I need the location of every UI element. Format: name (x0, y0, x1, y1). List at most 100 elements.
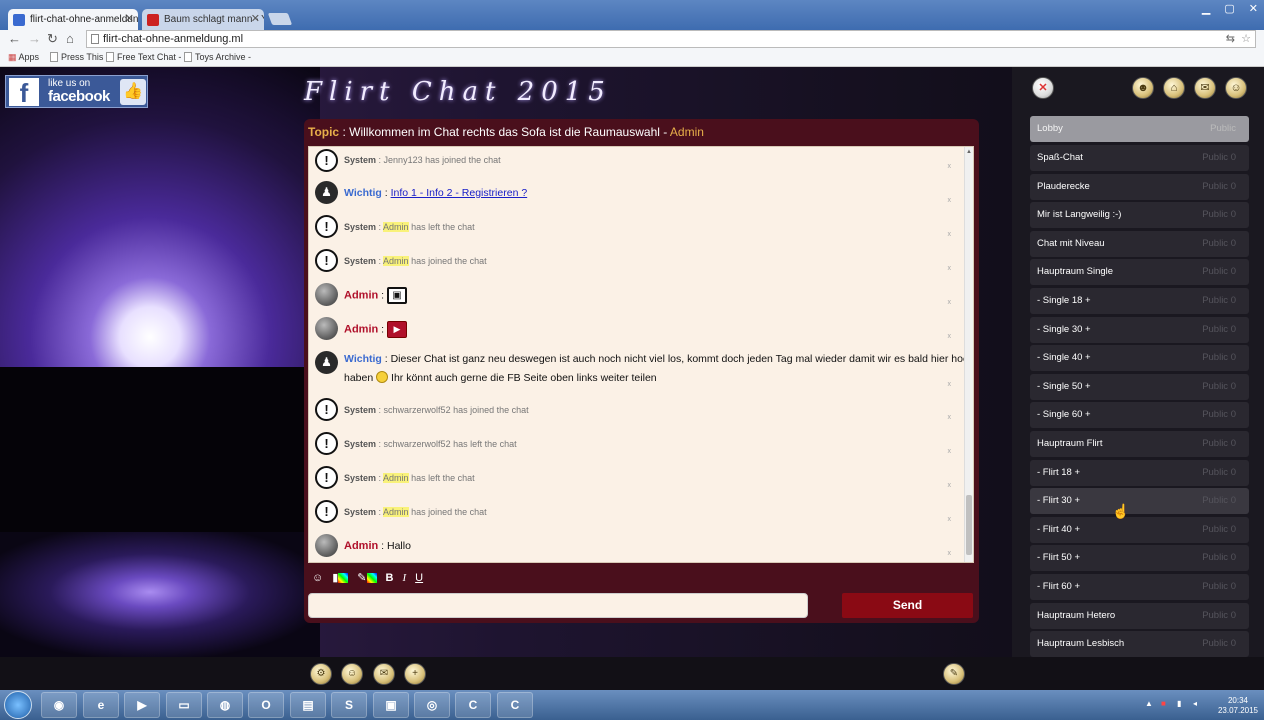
close-icon[interactable]: ✕ (1032, 77, 1054, 99)
delete-message-icon[interactable]: x (948, 550, 952, 557)
reload-icon[interactable]: ↻ (47, 31, 58, 47)
rooms-icon[interactable]: ⌂ (1163, 77, 1185, 99)
delete-message-icon[interactable]: x (948, 482, 952, 489)
add-icon[interactable]: + (404, 663, 426, 685)
room-flirt-60[interactable]: - Flirt 60 + Public 0 (1030, 574, 1249, 600)
announcement-icon: ♟ (315, 181, 338, 204)
star-icon[interactable]: ☆ (1241, 31, 1251, 47)
delete-message-icon[interactable]: x (948, 197, 952, 204)
delete-message-icon[interactable]: x (948, 333, 952, 340)
info-links[interactable]: Info 1 - Info 2 - Registrieren ? (391, 187, 528, 199)
notes-icon[interactable]: ✎ (943, 663, 965, 685)
close-icon[interactable]: ✕ (125, 9, 134, 30)
maximize-icon[interactable]: ▢ (1224, 2, 1234, 15)
tray-arrow-icon[interactable]: ▲ (1145, 699, 1153, 708)
firefox-icon[interactable]: ◍ (207, 692, 243, 718)
message-list[interactable]: ! System : Jenny123 has joined the chat … (308, 146, 974, 563)
tab-youtube[interactable]: Baum schlagt mann - You ✕ (142, 9, 264, 30)
delete-message-icon[interactable]: x (948, 299, 952, 306)
close-window-icon[interactable]: ✕ (1249, 2, 1258, 15)
room-spass-chat[interactable]: Spaß-Chat Public 0 (1030, 145, 1249, 171)
room-flirt-50[interactable]: - Flirt 50 + Public 0 (1030, 545, 1249, 571)
room-niveau[interactable]: Chat mit Niveau Public 0 (1030, 231, 1249, 257)
bookmark-press-this[interactable]: Press This (50, 52, 103, 62)
remote-desktop-icon[interactable]: ▣ (373, 692, 409, 718)
messages-icon[interactable]: ✉ (373, 663, 395, 685)
video-play-icon[interactable]: ▶ (387, 321, 407, 338)
network-icon[interactable]: ◎ (414, 692, 450, 718)
volume-icon[interactable]: ◂ (1193, 699, 1197, 708)
room-single-40[interactable]: - Single 40 + Public 0 (1030, 345, 1249, 371)
room-single-50[interactable]: - Single 50 + Public 0 (1030, 374, 1249, 400)
delete-message-icon[interactable]: x (948, 231, 952, 238)
opera-icon[interactable]: O (248, 692, 284, 718)
italic-icon[interactable]: I (402, 572, 406, 584)
delete-message-icon[interactable]: x (948, 163, 952, 170)
skype-icon[interactable]: S (331, 692, 367, 718)
scroll-up-icon[interactable]: ▲ (966, 149, 972, 155)
text-color-icon[interactable]: ✎ (357, 571, 377, 584)
translate-icon[interactable]: ⇆ (1226, 31, 1235, 47)
background-color-icon[interactable]: ▮ (332, 571, 349, 584)
list-item: Admin : ▣ x (315, 283, 955, 307)
room-plauderecke[interactable]: Plauderecke Public 0 (1030, 174, 1249, 200)
room-hauptraum-flirt[interactable]: Hauptraum Flirt Public 0 (1030, 431, 1249, 457)
profile-icon[interactable]: ☺ (341, 663, 363, 685)
bold-icon[interactable]: B (386, 572, 394, 584)
media-player-icon[interactable]: ▶ (124, 692, 160, 718)
chrome-taskbar-icon[interactable]: ◉ (41, 692, 77, 718)
facebook-like-badge[interactable]: f like us on facebook 👍 (5, 75, 148, 108)
home-icon[interactable]: ⌂ (66, 31, 74, 46)
delete-message-icon[interactable]: x (948, 265, 952, 272)
emoji-icon[interactable]: ☺ (312, 572, 323, 584)
room-flirt-30[interactable]: - Flirt 30 + Public 0 (1030, 488, 1249, 514)
message-scrollbar[interactable]: ▲ (964, 147, 973, 562)
room-hauptraum-hetero[interactable]: Hauptraum Hetero Public 0 (1030, 603, 1249, 629)
delete-message-icon[interactable]: x (948, 516, 952, 523)
room-single-60[interactable]: - Single 60 + Public 0 (1030, 402, 1249, 428)
room-hauptraum-lesbisch[interactable]: Hauptraum Lesbisch Public 0 (1030, 631, 1249, 657)
camtasia-recorder-icon[interactable]: C (497, 692, 533, 718)
internet-explorer-icon[interactable]: e (83, 692, 119, 718)
new-tab-button[interactable] (267, 13, 293, 25)
room-flirt-40[interactable]: - Flirt 40 + Public 0 (1030, 517, 1249, 543)
image-attachment-icon[interactable]: ▣ (387, 287, 407, 304)
settings-icon[interactable]: ⚙ (310, 663, 332, 685)
bookmark-toys-archive[interactable]: Toys Archive - (184, 52, 251, 62)
send-button[interactable]: Send (842, 593, 973, 618)
delete-message-icon[interactable]: x (948, 448, 952, 455)
tab-label: flirt-chat-ohne-anmeldung (30, 14, 138, 25)
users-icon[interactable]: ☻ (1132, 77, 1154, 99)
clock-time: 20:34 (1227, 696, 1248, 705)
topic-label: Topic (308, 125, 340, 139)
bookmark-apps[interactable]: ▦ Apps (8, 52, 39, 63)
network-tray-icon[interactable]: ▮ (1177, 699, 1181, 708)
message-text: Admin : ▣ (344, 287, 407, 304)
delete-message-icon[interactable]: x (948, 381, 952, 388)
folder-icon[interactable]: ▭ (166, 692, 202, 718)
address-bar[interactable]: flirt-chat-ohne-anmeldung.ml ⇆ ☆ (86, 30, 1256, 48)
room-langweilig[interactable]: Mir ist Langweilig :-) Public 0 (1030, 202, 1249, 228)
room-single-30[interactable]: - Single 30 + Public 0 (1030, 317, 1249, 343)
close-icon[interactable]: ✕ (251, 9, 260, 30)
minimize-icon[interactable]: ▁ (1202, 2, 1210, 15)
start-button[interactable] (4, 691, 32, 719)
user-settings-icon[interactable]: ☺ (1225, 77, 1247, 99)
tab-flirt-chat[interactable]: flirt-chat-ohne-anmeldung ✕ (8, 9, 138, 30)
room-hauptraum-single[interactable]: Hauptraum Single Public 0 (1030, 259, 1249, 285)
taskbar-clock[interactable]: 20:34 23.07.2015 (1218, 696, 1258, 716)
forward-arrow-icon[interactable]: → (28, 31, 41, 46)
back-arrow-icon[interactable]: ← (8, 31, 21, 46)
scrollbar-thumb[interactable] (966, 495, 972, 555)
room-lobby[interactable]: Lobby Public (1030, 116, 1249, 142)
underline-icon[interactable]: U (415, 572, 423, 584)
spreadsheet-icon[interactable]: ▤ (290, 692, 326, 718)
chat-bubble-icon[interactable]: ✉ (1194, 77, 1216, 99)
camtasia-icon[interactable]: C (455, 692, 491, 718)
bookmark-free-text-chat[interactable]: Free Text Chat - (106, 52, 181, 62)
room-flirt-18[interactable]: - Flirt 18 + Public 0 (1030, 460, 1249, 486)
antivirus-icon[interactable]: ■ (1161, 699, 1166, 708)
room-single-18[interactable]: - Single 18 + Public 0 (1030, 288, 1249, 314)
message-input[interactable] (308, 593, 808, 618)
delete-message-icon[interactable]: x (948, 414, 952, 421)
